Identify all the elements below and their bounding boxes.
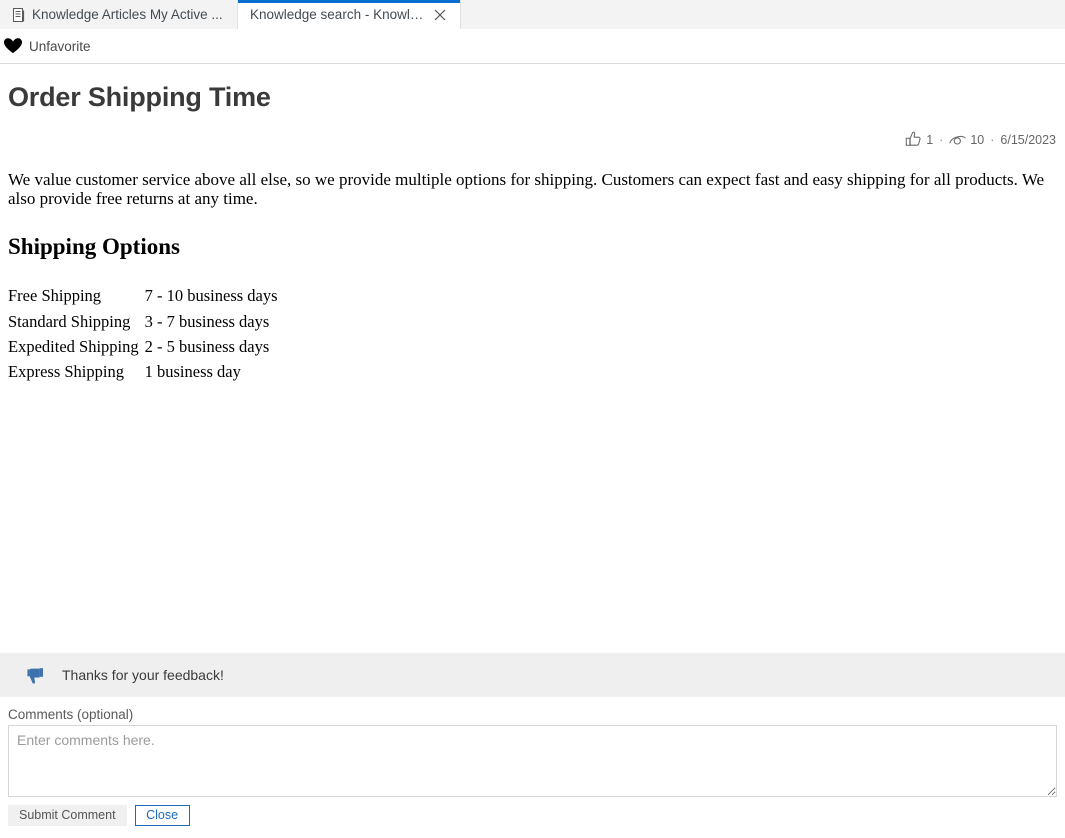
feedback-message: Thanks for your feedback! <box>62 667 224 683</box>
article-paragraph: We value customer service above all else… <box>8 148 1057 208</box>
like-count-group[interactable]: 1 <box>905 131 933 148</box>
view-count-group: 10 <box>949 133 984 147</box>
shipping-option-name: Expedited Shipping <box>8 336 145 361</box>
comments-label: Comments (optional) <box>8 707 1057 722</box>
eye-icon <box>949 133 966 147</box>
shipping-option-name: Standard Shipping <box>8 311 145 336</box>
table-row: Free Shipping 7 - 10 business days <box>8 285 278 310</box>
article-meta-row: 1 · 10 · 6/15/2023 <box>8 113 1057 148</box>
like-count: 1 <box>926 133 933 147</box>
table-row: Standard Shipping 3 - 7 business days <box>8 311 278 336</box>
browser-tab-title: Knowledge Articles My Active ... <box>32 7 225 22</box>
tab-strip-empty-area <box>461 0 1065 29</box>
shipping-option-name: Free Shipping <box>8 285 145 310</box>
submit-comment-button[interactable]: Submit Comment <box>8 805 127 826</box>
browser-tab-inactive[interactable]: Knowledge Articles My Active ... <box>0 0 237 29</box>
article-content: Order Shipping Time 1 · 10 · 6/15/2023 <box>0 64 1065 653</box>
thumbs-down-filled-icon <box>24 665 44 685</box>
thumbs-up-icon[interactable] <box>905 131 922 148</box>
comments-button-row: Submit Comment Close <box>0 797 1065 826</box>
browser-tab-active[interactable]: Knowledge search - Knowled... <box>237 0 461 29</box>
shipping-option-duration: 2 - 5 business days <box>145 336 278 361</box>
document-icon <box>12 8 25 22</box>
comments-input[interactable] <box>8 725 1057 797</box>
close-icon[interactable] <box>432 7 448 23</box>
shipping-option-duration: 7 - 10 business days <box>145 285 278 310</box>
shipping-option-name: Express Shipping <box>8 361 145 386</box>
browser-tab-title: Knowledge search - Knowled... <box>250 7 425 22</box>
close-button[interactable]: Close <box>135 805 190 826</box>
article-body: We value customer service above all else… <box>8 148 1057 386</box>
page-title: Order Shipping Time <box>8 64 1057 113</box>
shipping-option-duration: 3 - 7 business days <box>145 311 278 336</box>
shipping-options-table: Free Shipping 7 - 10 business days Stand… <box>8 285 278 386</box>
meta-separator: · <box>938 133 944 147</box>
meta-separator: · <box>989 133 995 147</box>
section-heading-shipping-options: Shipping Options <box>8 208 1057 259</box>
feedback-bar: Thanks for your feedback! <box>0 653 1065 697</box>
unfavorite-label[interactable]: Unfavorite <box>29 39 91 54</box>
table-row: Expedited Shipping 2 - 5 business days <box>8 336 278 361</box>
comments-section: Comments (optional) <box>0 697 1065 797</box>
favorite-bar: Unfavorite <box>0 29 1065 64</box>
article-date: 6/15/2023 <box>1000 133 1056 147</box>
shipping-option-duration: 1 business day <box>145 361 278 386</box>
view-count: 10 <box>970 133 984 147</box>
table-row: Express Shipping 1 business day <box>8 361 278 386</box>
browser-tab-strip: Knowledge Articles My Active ... Knowled… <box>0 0 1065 29</box>
heart-filled-icon[interactable] <box>4 37 22 55</box>
